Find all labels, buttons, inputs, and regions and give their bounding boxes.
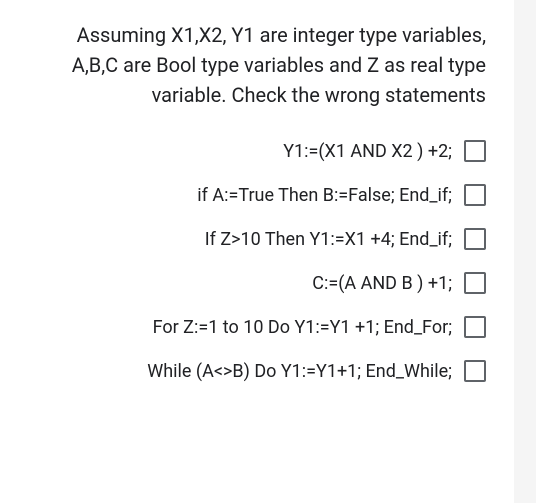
checkbox[interactable] [464, 272, 486, 294]
option-row: if A:=True Then B:=False; End_if; [50, 184, 486, 206]
options-list: Y1:=(X1 AND X2 ) +2; if A:=True Then B:=… [50, 140, 486, 382]
option-row: Y1:=(X1 AND X2 ) +2; [50, 140, 486, 162]
question-container: Assuming X1,X2, Y1 are integer type vari… [0, 0, 514, 503]
option-label: For Z:=1 to 10 Do Y1:=Y1 +1; End_For; [153, 317, 452, 338]
option-label: if A:=True Then B:=False; End_if; [197, 185, 452, 206]
option-row: While (A<>B) Do Y1:=Y1+1; End_While; [50, 360, 486, 382]
checkbox[interactable] [464, 360, 486, 382]
option-row: For Z:=1 to 10 Do Y1:=Y1 +1; End_For; [50, 316, 486, 338]
option-row: If Z>10 Then Y1:=X1 +4; End_if; [50, 228, 486, 250]
checkbox[interactable] [464, 184, 486, 206]
question-text: Assuming X1,X2, Y1 are integer type vari… [50, 20, 486, 110]
checkbox[interactable] [464, 140, 486, 162]
option-label: If Z>10 Then Y1:=X1 +4; End_if; [205, 229, 452, 250]
option-label: Y1:=(X1 AND X2 ) +2; [283, 141, 452, 162]
checkbox[interactable] [464, 316, 486, 338]
checkbox[interactable] [464, 228, 486, 250]
option-row: C:=(A AND B ) +1; [50, 272, 486, 294]
option-label: While (A<>B) Do Y1:=Y1+1; End_While; [147, 361, 452, 382]
option-label: C:=(A AND B ) +1; [312, 273, 452, 294]
